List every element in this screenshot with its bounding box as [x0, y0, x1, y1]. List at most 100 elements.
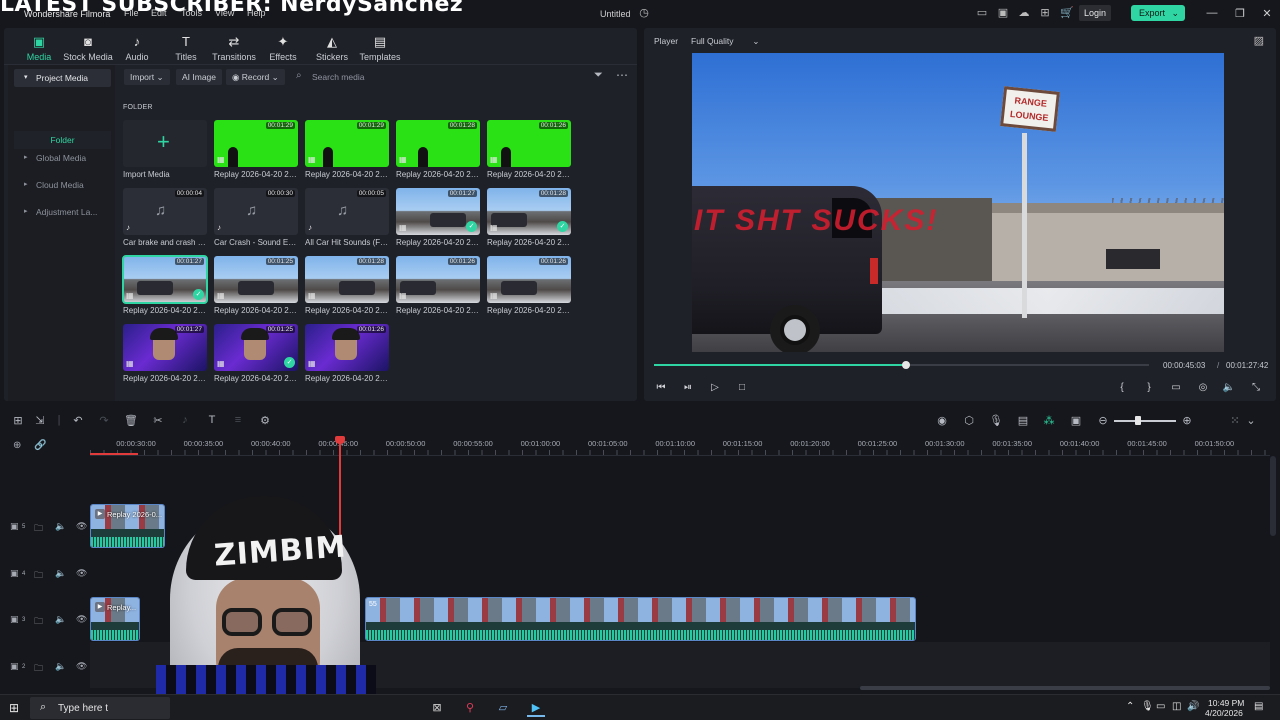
- mute-icon[interactable]: 🔈: [55, 614, 66, 625]
- cart-icon[interactable]: 🛒: [1060, 7, 1074, 19]
- adjust-icon[interactable]: ≡: [231, 414, 245, 426]
- link-icon[interactable]: 🔗: [34, 440, 46, 451]
- menu-edit[interactable]: Edit: [151, 8, 167, 18]
- tab-stock-media[interactable]: ◙ Stock Media: [61, 34, 115, 62]
- eye-icon[interactable]: 👁: [76, 568, 87, 579]
- timeline-clip-track5[interactable]: ▶ Replay 2026-0...: [90, 504, 165, 548]
- step-play-icon[interactable]: ⏯: [681, 382, 695, 393]
- undo-icon[interactable]: ↶: [71, 414, 85, 427]
- add-track-icon[interactable]: ⊕: [13, 440, 21, 451]
- timeline-clip-track3-b[interactable]: 55: [365, 597, 916, 641]
- menu-file[interactable]: File: [124, 8, 139, 18]
- sidebar-folder[interactable]: Folder: [14, 131, 111, 149]
- record-dropdown[interactable]: ◉ Record ⌄: [226, 69, 285, 85]
- media-clip[interactable]: 00:01:25 ▦ ✓ Replay 2026-04-20 21-...: [214, 324, 298, 383]
- mute-icon[interactable]: 🔈: [55, 521, 66, 532]
- clock-time[interactable]: 10:49 PM: [1208, 698, 1244, 708]
- folder-icon[interactable]: 🗀: [34, 521, 43, 537]
- video-preview[interactable]: RANGE LOUNGE IT SHT SUCKS!: [692, 53, 1224, 352]
- menu-tools[interactable]: Tools: [181, 8, 202, 18]
- timeline-horizontal-scrollbar[interactable]: [860, 686, 1270, 690]
- minimize-icon[interactable]: —: [1205, 7, 1219, 19]
- media-clip[interactable]: 00:01:25 ▦ Replay 2026-04-20 22-...: [214, 256, 298, 315]
- maximize-icon[interactable]: ❐: [1233, 7, 1247, 20]
- tab-templates[interactable]: ▤ Templates: [353, 34, 407, 62]
- sidebar-item-adjustment-layer[interactable]: ▸ Adjustment La...: [14, 203, 111, 221]
- zoom-out-icon[interactable]: ⊖: [1096, 414, 1110, 427]
- mark-in-icon[interactable]: {: [1115, 382, 1129, 393]
- notification-icon[interactable]: ▤: [1254, 701, 1263, 712]
- previous-frame-icon[interactable]: ⏮: [654, 382, 668, 393]
- image-icon[interactable]: ▨: [1254, 34, 1264, 47]
- snap-icon[interactable]: ⁂: [1042, 414, 1056, 427]
- media-clip[interactable]: ♫ 00:00:30 ♪ Car Crash - Sound Eff...: [214, 188, 298, 247]
- progress-handle[interactable]: [902, 361, 911, 369]
- media-clip[interactable]: 00:01:29 ▦ Replay 2026-04-20 22-...: [305, 120, 389, 179]
- media-clip[interactable]: 00:01:26 ▦ Replay 2026-04-20 21-...: [305, 324, 389, 383]
- mark-out-icon[interactable]: }: [1142, 382, 1156, 393]
- apps-grid-icon[interactable]: ⊞: [1039, 7, 1051, 19]
- app-icon-generic[interactable]: ⊠: [428, 699, 446, 717]
- cloud-icon[interactable]: ☁: [1018, 7, 1030, 19]
- grid-view-icon[interactable]: ⁙: [1228, 414, 1242, 427]
- ai-image-button[interactable]: AI Image: [176, 69, 223, 85]
- eye-icon[interactable]: 👁: [76, 521, 87, 532]
- folder-icon[interactable]: 🗀: [34, 614, 43, 630]
- tray-chevron-up-icon[interactable]: ⌃: [1126, 701, 1134, 712]
- media-clip[interactable]: 00:01:26 ▦ Replay 2026-04-20 22-...: [487, 120, 571, 179]
- pip-icon[interactable]: ▣: [1069, 414, 1083, 427]
- save-icon[interactable]: ▣: [997, 7, 1009, 19]
- media-clip[interactable]: 00:01:28 ▦ ✓ Replay 2026-04-20 22-...: [487, 188, 571, 247]
- volume-icon[interactable]: 🔈: [1222, 382, 1236, 393]
- windows-start-icon[interactable]: ⊞: [9, 701, 19, 715]
- snapshot-icon[interactable]: ◎: [1196, 382, 1210, 393]
- tray-network-icon[interactable]: ◫: [1172, 701, 1181, 712]
- tab-titles[interactable]: T Titles: [159, 34, 213, 62]
- tray-microphone-icon[interactable]: 🎙: [1141, 701, 1154, 712]
- tab-audio[interactable]: ♪ Audio: [110, 34, 164, 62]
- media-clip[interactable]: 00:01:27 ▦ ✓ Replay 2026-04-20 22-...: [122, 255, 208, 315]
- sidebar-item-project-media[interactable]: ▾ Project Media: [14, 69, 111, 87]
- audio-split-icon[interactable]: ♪: [178, 414, 192, 426]
- redo-icon[interactable]: ↷: [97, 414, 111, 427]
- menu-help[interactable]: Help: [247, 8, 266, 18]
- quality-dropdown[interactable]: Full Quality ⌄: [691, 36, 760, 47]
- fullscreen-icon[interactable]: ⤡: [1249, 382, 1263, 393]
- tab-stickers[interactable]: ◭ Stickers: [305, 34, 359, 62]
- layout-grid-icon[interactable]: ⊞: [11, 414, 25, 427]
- zoom-slider[interactable]: [1114, 420, 1176, 422]
- sidebar-item-global-media[interactable]: ▸ Global Media: [14, 149, 111, 167]
- media-clip[interactable]: ♫ 00:00:04 ♪ Car brake and crash S...: [123, 188, 207, 247]
- playhead-handle[interactable]: [335, 436, 345, 444]
- media-clip[interactable]: 00:01:27 ▦ Replay 2026-04-20 21-...: [123, 324, 207, 383]
- import-dropdown[interactable]: Import ⌄: [124, 69, 170, 85]
- media-clip[interactable]: 00:01:27 ▦ ✓ Replay 2026-04-20 22-...: [396, 188, 480, 247]
- tray-volume-icon[interactable]: 🔊: [1187, 701, 1199, 712]
- timeline-vertical-scrollbar[interactable]: [1270, 456, 1276, 536]
- sidebar-item-cloud-media[interactable]: ▸ Cloud Media: [14, 176, 111, 194]
- tab-transitions[interactable]: ⇄ Transitions: [207, 34, 261, 62]
- layout-icon[interactable]: ▭: [976, 7, 988, 19]
- split-icon[interactable]: ✂: [151, 414, 165, 427]
- app-icon-pin[interactable]: ⚲: [461, 699, 479, 717]
- timeline-ruler[interactable]: 00:00:30:0000:00:35:0000:00:40:0000:00:4…: [90, 436, 1270, 456]
- stop-icon[interactable]: □: [735, 382, 749, 393]
- timeline-clip-track3-a[interactable]: ▶ Replay...: [90, 597, 140, 641]
- playback-progress[interactable]: [654, 361, 1149, 369]
- clock-date[interactable]: 4/20/2026: [1205, 708, 1243, 718]
- folder-icon[interactable]: 🗀: [34, 568, 43, 584]
- eye-icon[interactable]: 👁: [76, 614, 87, 625]
- microphone-icon[interactable]: 🎙: [989, 414, 1003, 427]
- login-button[interactable]: Login: [1079, 5, 1111, 21]
- select-tool-icon[interactable]: ⇲: [33, 414, 47, 427]
- text-icon[interactable]: T: [205, 414, 219, 426]
- chevron-down-icon[interactable]: ⌄: [1244, 414, 1258, 427]
- more-tools-icon[interactable]: ⚙: [258, 414, 272, 427]
- tab-media[interactable]: ▣ Media: [12, 34, 66, 62]
- project-status-icon[interactable]: ◷: [638, 7, 650, 19]
- media-clip[interactable]: 00:01:26 ▦ Replay 2026-04-20 22-...: [396, 256, 480, 315]
- taskbar-search[interactable]: ⌕ Type here t: [30, 697, 170, 719]
- export-button[interactable]: Export ⌄: [1131, 5, 1185, 21]
- zoom-in-icon[interactable]: ⊕: [1180, 414, 1194, 427]
- folder-icon[interactable]: 🗀: [34, 661, 43, 677]
